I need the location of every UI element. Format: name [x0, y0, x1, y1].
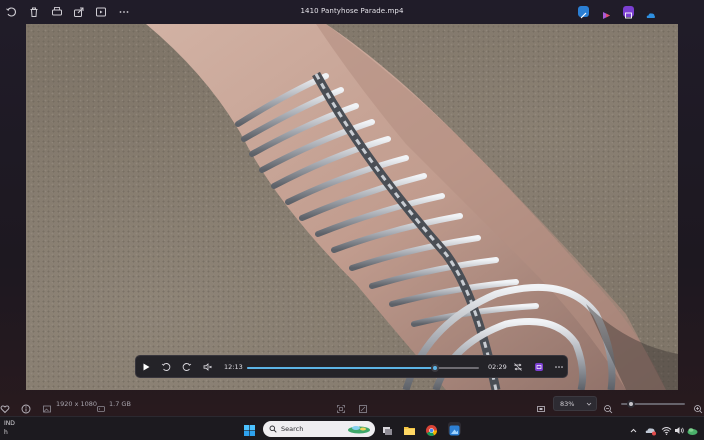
clipchamp-edit-icon[interactable] — [533, 361, 545, 373]
media-controls: 12:13 02:29 — [135, 355, 568, 378]
onedrive-tray-icon[interactable] — [644, 422, 657, 436]
current-time: 12:13 — [224, 363, 243, 371]
play-button[interactable] — [140, 361, 152, 373]
language-indicator-sub: h — [4, 429, 8, 436]
zoom-slider-thumb[interactable] — [626, 400, 635, 408]
search-icon — [269, 425, 277, 433]
share-icon[interactable] — [73, 6, 85, 18]
zoom-in-icon[interactable] — [693, 399, 703, 414]
video-frame[interactable] — [26, 24, 678, 390]
title-bar: 1410 Pantyhose Parade.mp4 — [0, 0, 704, 24]
fit-icon[interactable] — [358, 399, 368, 413]
weather-icon[interactable] — [686, 422, 699, 435]
seek-thumb[interactable] — [430, 364, 439, 372]
image-dimensions: 1920 x 1080 — [56, 400, 98, 408]
print-icon[interactable] — [51, 6, 63, 18]
volume-icon[interactable] — [673, 422, 686, 435]
favorite-icon[interactable] — [0, 399, 10, 414]
trash-icon[interactable] — [28, 6, 40, 18]
skip-back-icon[interactable] — [160, 361, 172, 373]
chevron-down-icon — [586, 402, 592, 406]
language-indicator[interactable]: IND — [4, 420, 15, 427]
rotate-icon[interactable] — [5, 6, 17, 18]
start-icon[interactable] — [243, 422, 256, 436]
task-view-icon[interactable] — [381, 422, 394, 435]
seek-bar[interactable] — [247, 364, 479, 372]
wifi-icon[interactable] — [660, 422, 673, 435]
image-dimensions-icon — [42, 399, 52, 413]
mute-icon[interactable] — [202, 361, 214, 373]
more-icon[interactable] — [118, 6, 130, 18]
zoom-level: 83% — [560, 400, 575, 408]
chevron-up-icon[interactable] — [627, 422, 640, 435]
video-editor-icon[interactable] — [623, 6, 634, 19]
file-size-icon — [96, 399, 106, 412]
slideshow-icon[interactable] — [95, 6, 107, 18]
seek-progress — [247, 367, 435, 369]
player-more-icon[interactable] — [553, 361, 565, 373]
info-icon[interactable] — [21, 399, 31, 414]
onedrive-icon[interactable] — [645, 6, 656, 18]
file-size: 1.7 GB — [109, 400, 131, 408]
taskbar-search[interactable]: Search — [263, 421, 375, 437]
crop-icon[interactable] — [336, 399, 346, 413]
skip-forward-icon[interactable] — [181, 361, 193, 373]
actual-size-icon[interactable] — [536, 399, 546, 412]
status-bar: 1920 x 1080 1.7 GB — [0, 393, 704, 415]
zoom-level-dropdown[interactable]: 83% — [553, 396, 597, 411]
search-placeholder: Search — [281, 425, 304, 433]
search-highlight-icon — [348, 426, 370, 434]
clipchamp-icon[interactable] — [601, 6, 612, 19]
video-content — [146, 24, 678, 390]
zoom-out-icon[interactable] — [603, 399, 613, 414]
edit-icon[interactable] — [578, 6, 589, 19]
taskbar: IND h Search — [0, 416, 704, 440]
total-time: 02:29 — [488, 363, 507, 371]
repeat-icon[interactable] — [512, 361, 524, 373]
chrome-icon[interactable] — [425, 422, 438, 436]
zoom-slider[interactable] — [621, 400, 685, 408]
file-explorer-icon[interactable] — [403, 422, 416, 435]
photos-app-icon[interactable] — [448, 422, 461, 436]
